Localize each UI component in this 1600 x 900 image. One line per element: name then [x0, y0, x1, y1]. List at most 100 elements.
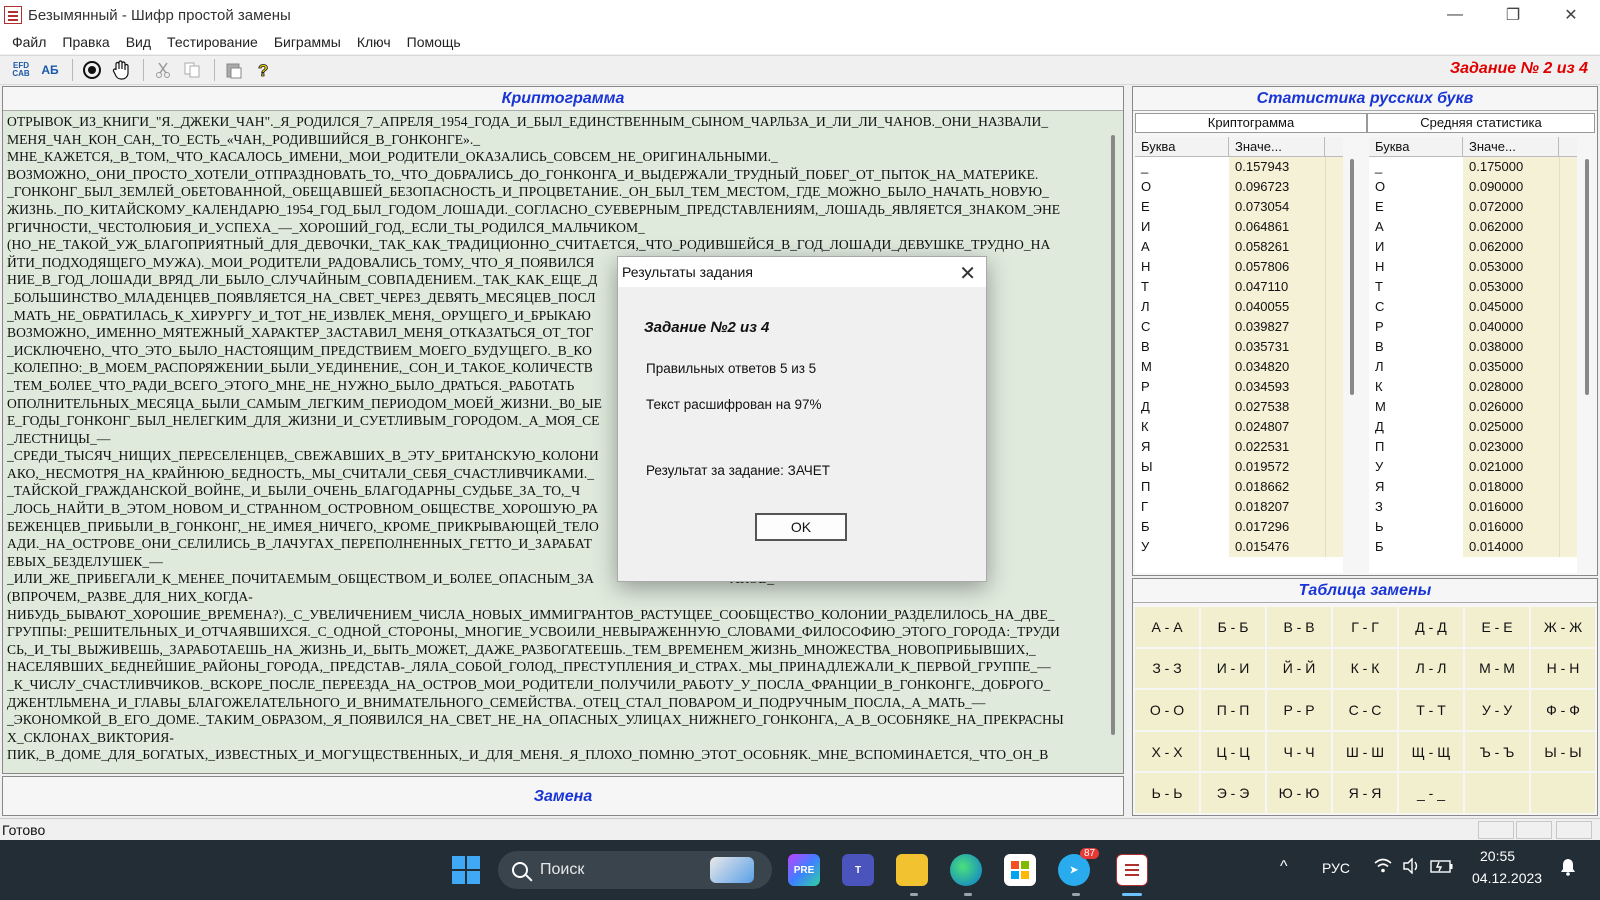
tray-chevron-icon[interactable]: ^ [1280, 858, 1288, 876]
notification-bell-icon[interactable] [1560, 858, 1576, 879]
clock-time[interactable]: 20:55 [1480, 848, 1515, 864]
stats-row[interactable]: С 0.039827 [1135, 317, 1343, 337]
stats-row[interactable]: С 0.045000 [1369, 297, 1577, 317]
substitution-cell[interactable]: Д - Д [1399, 607, 1463, 647]
stats-row[interactable]: Р 0.034593 [1135, 377, 1343, 397]
stats-row[interactable]: У 0.015476 [1135, 537, 1343, 557]
substitution-cell[interactable]: Н - Н [1531, 648, 1595, 689]
minimize-button[interactable]: — [1426, 0, 1484, 30]
menu-key[interactable]: Ключ [349, 34, 399, 50]
badge-icon[interactable] [79, 58, 105, 82]
substitution-cell[interactable]: Щ - Щ [1399, 731, 1463, 772]
stats-row[interactable]: О 0.090000 [1369, 177, 1577, 197]
stats-row[interactable]: П 0.018662 [1135, 477, 1343, 497]
col-value-header[interactable]: Значе... [1463, 137, 1559, 156]
stats-avg-table[interactable]: Буква Значе... _ 0.175000 О 0.090000 Е 0.0720… [1369, 137, 1577, 573]
menu-help[interactable]: Помощь [399, 34, 469, 50]
substitution-cell[interactable]: К - К [1333, 648, 1397, 689]
file-explorer-icon[interactable] [896, 854, 928, 886]
stats-row[interactable]: Н 0.053000 [1369, 257, 1577, 277]
stats-row[interactable]: Я 0.018000 [1369, 477, 1577, 497]
substitution-cell[interactable]: З - З [1135, 648, 1199, 689]
ok-button[interactable]: OK [755, 513, 847, 541]
stats-crypto-table[interactable]: Буква Значе... _ 0.157943 О 0.096723 Е 0.0730… [1135, 137, 1343, 573]
stats-row[interactable]: Г 0.018207 [1135, 497, 1343, 517]
premiere-pro-icon[interactable]: PRE [788, 854, 820, 886]
col-letter-header[interactable]: Буква [1369, 137, 1463, 156]
wifi-icon[interactable] [1374, 858, 1392, 877]
edge-icon[interactable] [950, 854, 982, 886]
substitution-cell[interactable]: Ф - Ф [1531, 690, 1595, 730]
substitution-cell[interactable]: Е - Е [1465, 607, 1529, 647]
hand-icon[interactable] [108, 58, 134, 82]
stats-row[interactable]: И 0.064861 [1135, 217, 1343, 237]
substitution-cell[interactable]: А - А [1135, 607, 1199, 647]
cipher-app-icon[interactable] [1116, 854, 1148, 886]
stats-row[interactable]: И 0.062000 [1369, 237, 1577, 257]
col-value-header[interactable]: Значе... [1229, 137, 1325, 156]
cut-icon[interactable] [150, 58, 176, 82]
help-icon[interactable]: ? [250, 58, 276, 82]
stats-row[interactable]: Б 0.017296 [1135, 517, 1343, 537]
substitution-cell[interactable]: Э - Э [1201, 773, 1265, 813]
substitution-cell[interactable]: У - У [1465, 690, 1529, 730]
stats-row[interactable]: К 0.028000 [1369, 377, 1577, 397]
cryptogram-scrollbar[interactable] [1105, 115, 1121, 767]
volume-icon[interactable] [1402, 857, 1422, 877]
dialog-close-icon[interactable]: ✕ [959, 261, 976, 286]
stats-row[interactable]: _ 0.175000 [1369, 157, 1577, 177]
substitution-cell[interactable]: Й - Й [1267, 648, 1331, 689]
substitution-cell[interactable]: Х - Х [1135, 731, 1199, 772]
clock-date[interactable]: 04.12.2023 [1472, 870, 1542, 886]
stats-row[interactable]: А 0.062000 [1369, 217, 1577, 237]
paste-icon[interactable] [221, 58, 247, 82]
substitution-cell[interactable]: Т - Т [1399, 690, 1463, 730]
restore-button[interactable]: ❐ [1484, 0, 1542, 30]
stats-row[interactable]: В 0.038000 [1369, 337, 1577, 357]
stats-row[interactable]: Т 0.053000 [1369, 277, 1577, 297]
substitution-cell[interactable]: Ъ - Ъ [1465, 731, 1529, 772]
stats-row[interactable]: Ь 0.016000 [1369, 517, 1577, 537]
stats-row[interactable]: _ 0.157943 [1135, 157, 1343, 177]
alphabet-button[interactable]: АБ [37, 58, 63, 82]
menu-edit[interactable]: Правка [54, 34, 117, 50]
stats-row[interactable]: О 0.096723 [1135, 177, 1343, 197]
stats-row[interactable]: Е 0.072000 [1369, 197, 1577, 217]
stats-row[interactable]: Б 0.014000 [1369, 537, 1577, 557]
substitution-cell[interactable]: Ы - Ы [1531, 731, 1595, 772]
stats-crypto-scrollbar[interactable] [1350, 159, 1354, 395]
store-icon[interactable] [1004, 854, 1036, 886]
stats-row[interactable]: Л 0.040055 [1135, 297, 1343, 317]
substitution-cell[interactable]: В - В [1267, 607, 1331, 647]
stats-row[interactable]: М 0.026000 [1369, 397, 1577, 417]
menu-bigrams[interactable]: Биграммы [266, 34, 349, 50]
menu-testing[interactable]: Тестирование [159, 34, 266, 50]
stats-row[interactable]: У 0.021000 [1369, 457, 1577, 477]
substitution-cell[interactable]: О - О [1135, 690, 1199, 730]
stats-row[interactable]: Д 0.027538 [1135, 397, 1343, 417]
substitution-cell[interactable]: П - П [1201, 690, 1265, 730]
teams-icon[interactable]: T [842, 854, 874, 886]
start-icon[interactable] [450, 854, 482, 886]
substitution-cell[interactable]: Ч - Ч [1267, 731, 1331, 772]
encode-button[interactable]: EFD CAB [8, 58, 34, 82]
stats-row[interactable]: Т 0.047110 [1135, 277, 1343, 297]
stats-row[interactable]: А 0.058261 [1135, 237, 1343, 257]
menu-file[interactable]: Файл [4, 34, 54, 50]
stats-row[interactable]: Ы 0.019572 [1135, 457, 1343, 477]
substitution-cell[interactable]: Р - Р [1267, 690, 1331, 730]
stats-row[interactable]: Д 0.025000 [1369, 417, 1577, 437]
substitution-cell[interactable]: Ж - Ж [1531, 607, 1595, 647]
stats-avg-scrollbar[interactable] [1585, 159, 1589, 395]
stats-row[interactable]: М 0.034820 [1135, 357, 1343, 377]
stats-row[interactable]: Я 0.022531 [1135, 437, 1343, 457]
col-letter-header[interactable]: Буква [1135, 137, 1229, 156]
stats-row[interactable]: Н 0.057806 [1135, 257, 1343, 277]
substitution-cell[interactable]: Ш - Ш [1333, 731, 1397, 772]
taskbar-search[interactable]: Поиск [498, 851, 772, 889]
substitution-cell[interactable]: Ю - Ю [1267, 773, 1331, 813]
substitution-cell[interactable]: Б - Б [1201, 607, 1265, 647]
substitution-cell[interactable]: Я - Я [1333, 773, 1397, 813]
language-indicator[interactable]: РУС [1322, 860, 1350, 876]
stats-row[interactable]: Е 0.073054 [1135, 197, 1343, 217]
